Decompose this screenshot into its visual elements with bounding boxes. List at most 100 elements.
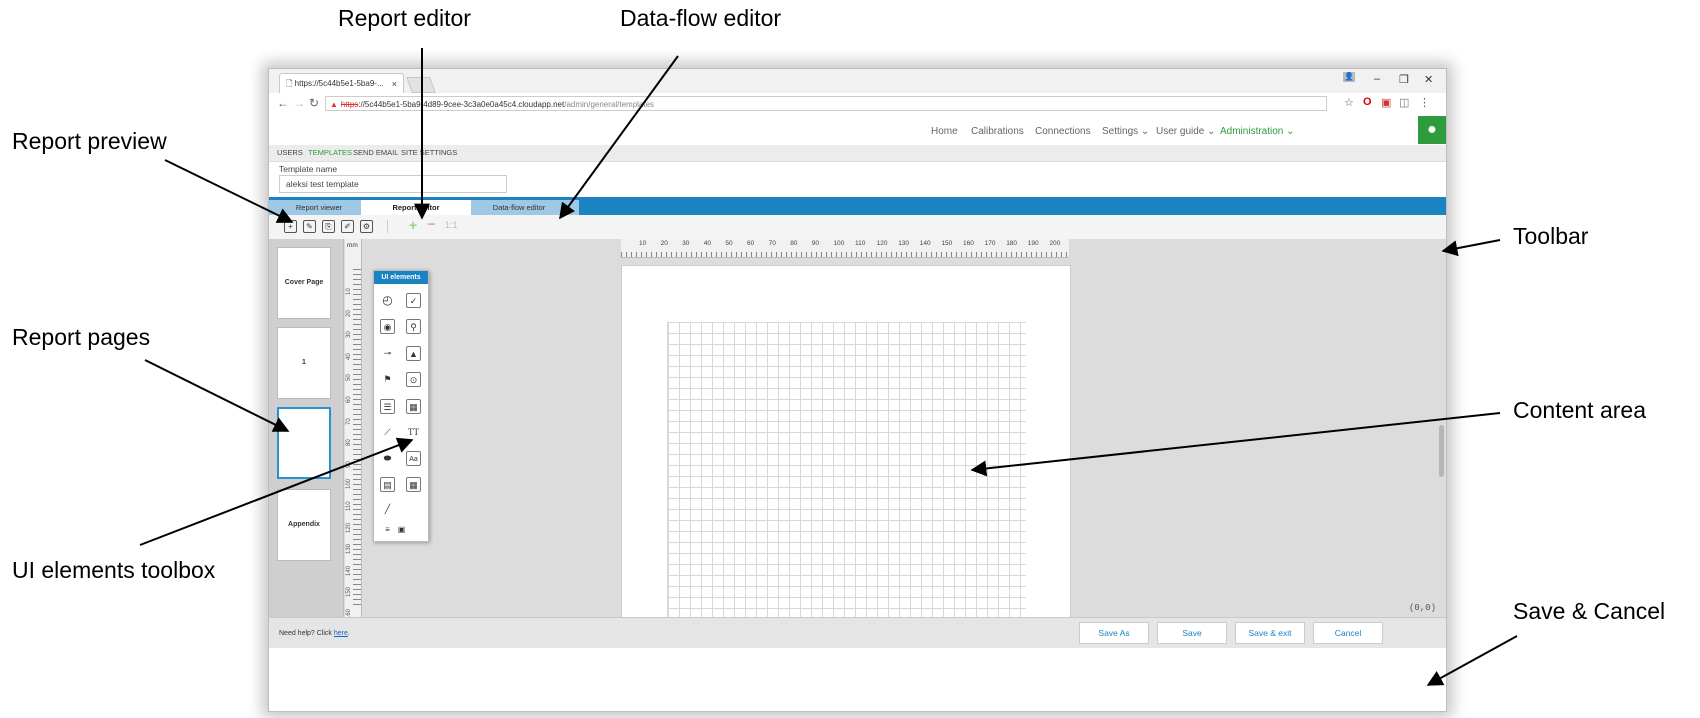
extension-icon[interactable]: ▣ bbox=[1381, 96, 1391, 109]
profile-icon[interactable]: 👤 bbox=[1343, 72, 1355, 82]
ruler-unit: mm bbox=[347, 242, 358, 249]
save-exit-button[interactable]: Save & exit bbox=[1235, 622, 1305, 644]
nav-administration[interactable]: Administration ⌄ bbox=[1220, 126, 1295, 137]
ruler-tick-label: 70 bbox=[346, 417, 352, 425]
zoom-reset-button[interactable]: 1:1 bbox=[445, 220, 458, 230]
page-settings-icon[interactable]: ⚙ bbox=[360, 220, 373, 233]
menu-icon[interactable]: ⋮ bbox=[1419, 96, 1430, 109]
reload-icon[interactable]: ↻ bbox=[309, 96, 319, 110]
content-area-page[interactable] bbox=[621, 265, 1071, 619]
nav-home[interactable]: Home bbox=[931, 126, 958, 137]
button-icon[interactable]: ⬬ bbox=[380, 451, 395, 466]
url-path: /admin/general/templates bbox=[564, 100, 655, 109]
ruler-tick-label: 60 bbox=[747, 240, 755, 247]
ruler-tick-label: 50 bbox=[346, 374, 352, 382]
maximize-button[interactable]: ❐ bbox=[1399, 73, 1409, 86]
page-icon: 🗋 bbox=[286, 79, 295, 88]
rename-page-icon[interactable]: ✐ bbox=[341, 220, 354, 233]
nav-user-guide[interactable]: User guide ⌄ bbox=[1156, 126, 1216, 137]
callout-toolbar: Toolbar bbox=[1513, 223, 1589, 249]
page-thumb-selected[interactable] bbox=[277, 407, 331, 479]
line-icon[interactable]: ╱ bbox=[380, 502, 395, 517]
nav-settings[interactable]: Settings ⌄ bbox=[1102, 126, 1149, 137]
panel-icon[interactable]: ☰ bbox=[380, 399, 395, 414]
tab-dataflow-editor[interactable]: Data-flow editor bbox=[459, 200, 579, 215]
close-window-button[interactable]: ✕ bbox=[1424, 73, 1433, 86]
text-icon[interactable]: TT bbox=[406, 425, 421, 440]
ruler-tick-label: 140 bbox=[346, 565, 352, 576]
tab-report-editor[interactable]: Report editor bbox=[361, 200, 471, 215]
ui-elements-title: UI elements bbox=[374, 271, 428, 284]
slider-icon[interactable]: ⊸ bbox=[380, 346, 395, 361]
back-icon[interactable]: ← bbox=[277, 96, 289, 110]
page-thumb-cover[interactable]: Cover Page bbox=[277, 247, 331, 319]
subnav-send-email[interactable]: SEND EMAIL bbox=[353, 148, 398, 157]
editor-toolbar: + ✎ ⎘ ✐ ⚙ + − 1:1 bbox=[269, 215, 1446, 240]
browser-tab[interactable]: 🗋 https://5c44b5e1-5ba9-... × bbox=[279, 73, 404, 93]
template-name-input[interactable]: aleksi test template bbox=[279, 175, 507, 193]
line-chart-icon[interactable]: ⟋ bbox=[380, 425, 395, 440]
ruler-tick-label: 40 bbox=[346, 353, 352, 360]
help-link[interactable]: here bbox=[334, 630, 348, 637]
pin-icon[interactable]: ⚑ bbox=[380, 372, 395, 387]
gauge-icon[interactable]: ◴ bbox=[380, 293, 395, 308]
help-text: Need help? Click here. bbox=[279, 630, 350, 637]
ruler-tick-label: 10 bbox=[346, 288, 352, 295]
forward-icon[interactable]: → bbox=[293, 96, 305, 110]
ruler-tick-label: 120 bbox=[346, 522, 352, 533]
page-thumb-label: Appendix bbox=[288, 521, 320, 528]
opera-icon[interactable]: O bbox=[1363, 96, 1372, 108]
subnav-templates[interactable]: TEMPLATES bbox=[308, 148, 352, 157]
checkbox-icon[interactable]: ✓ bbox=[406, 293, 421, 308]
tab-close-icon[interactable]: × bbox=[392, 74, 397, 94]
ruler-tick-label: 60 bbox=[346, 396, 352, 403]
subnav-users[interactable]: USERS bbox=[277, 148, 303, 157]
ruler-tick-label: 70 bbox=[768, 240, 776, 247]
vertical-scrollbar[interactable] bbox=[1439, 425, 1444, 477]
copy-page-icon[interactable]: ⎘ bbox=[322, 220, 335, 233]
subnav-site-settings[interactable]: SITE SETTINGS bbox=[401, 148, 457, 157]
edit-page-icon[interactable]: ✎ bbox=[303, 220, 316, 233]
page-thumb-appendix[interactable]: Appendix bbox=[277, 489, 331, 561]
browser-window: 🗋 https://5c44b5e1-5ba9-... × 👤 – ❐ ✕ ← … bbox=[268, 68, 1447, 712]
data-grid-icon[interactable]: ▦ bbox=[406, 477, 421, 492]
star-icon[interactable]: ☆ bbox=[1344, 96, 1354, 109]
page-thumb-1[interactable]: 1 bbox=[277, 327, 331, 399]
user-avatar-icon[interactable]: ● bbox=[1418, 116, 1446, 144]
new-tab-button[interactable] bbox=[406, 77, 436, 93]
nav-calibrations[interactable]: Calibrations bbox=[971, 126, 1024, 137]
tab-report-viewer[interactable]: Report viewer bbox=[269, 200, 369, 215]
save-button[interactable]: Save bbox=[1157, 622, 1227, 644]
ruler-tick-label: 20 bbox=[660, 240, 668, 247]
callout-ui-elements-toolbox: UI elements toolbox bbox=[12, 557, 216, 583]
list-icon[interactable]: ≡ bbox=[380, 522, 395, 537]
indicator-icon[interactable]: ◉ bbox=[380, 319, 395, 334]
cancel-button[interactable]: Cancel bbox=[1313, 622, 1383, 644]
minimize-button[interactable]: – bbox=[1374, 73, 1380, 85]
callout-save-cancel: Save & Cancel bbox=[1513, 598, 1666, 624]
cast-icon[interactable]: ◫ bbox=[1399, 96, 1409, 109]
ruler-tick-label: 120 bbox=[876, 240, 888, 247]
zoom-in-icon[interactable]: + bbox=[409, 217, 417, 233]
editor-footer: Need help? Click here. Save As Save Save… bbox=[269, 617, 1446, 648]
image-icon[interactable]: ▲ bbox=[406, 346, 421, 361]
form-icon[interactable]: ▣ bbox=[394, 522, 409, 537]
ruler-marks bbox=[621, 252, 1069, 257]
app-top-nav: Home Calibrations Connections Settings ⌄… bbox=[269, 115, 1446, 145]
editable-table-icon[interactable]: ▤ bbox=[380, 477, 395, 492]
address-input[interactable]: ▲ https://5c44b5e1-5ba9-4d89-9cee-3c3a0e0… bbox=[325, 96, 1327, 111]
toggle-icon[interactable]: ⊙ bbox=[406, 372, 421, 387]
textbox-icon[interactable]: Aa bbox=[406, 451, 421, 466]
save-as-button[interactable]: Save As bbox=[1079, 622, 1149, 644]
table-icon[interactable]: ▦ bbox=[406, 399, 421, 414]
ruler-tick-label: 200 bbox=[1049, 240, 1061, 247]
zoom-out-icon[interactable]: − bbox=[427, 216, 436, 233]
add-page-icon[interactable]: + bbox=[284, 220, 297, 233]
page-thumb-label: Cover Page bbox=[284, 279, 324, 286]
callout-report-pages: Report pages bbox=[12, 324, 151, 350]
ruler-tick-label: 80 bbox=[790, 240, 798, 247]
nav-connections[interactable]: Connections bbox=[1035, 126, 1091, 137]
callout-report-editor: Report editor bbox=[338, 5, 471, 31]
map-marker-icon[interactable]: ⚲ bbox=[406, 319, 421, 334]
layout-grid[interactable] bbox=[667, 322, 1026, 618]
